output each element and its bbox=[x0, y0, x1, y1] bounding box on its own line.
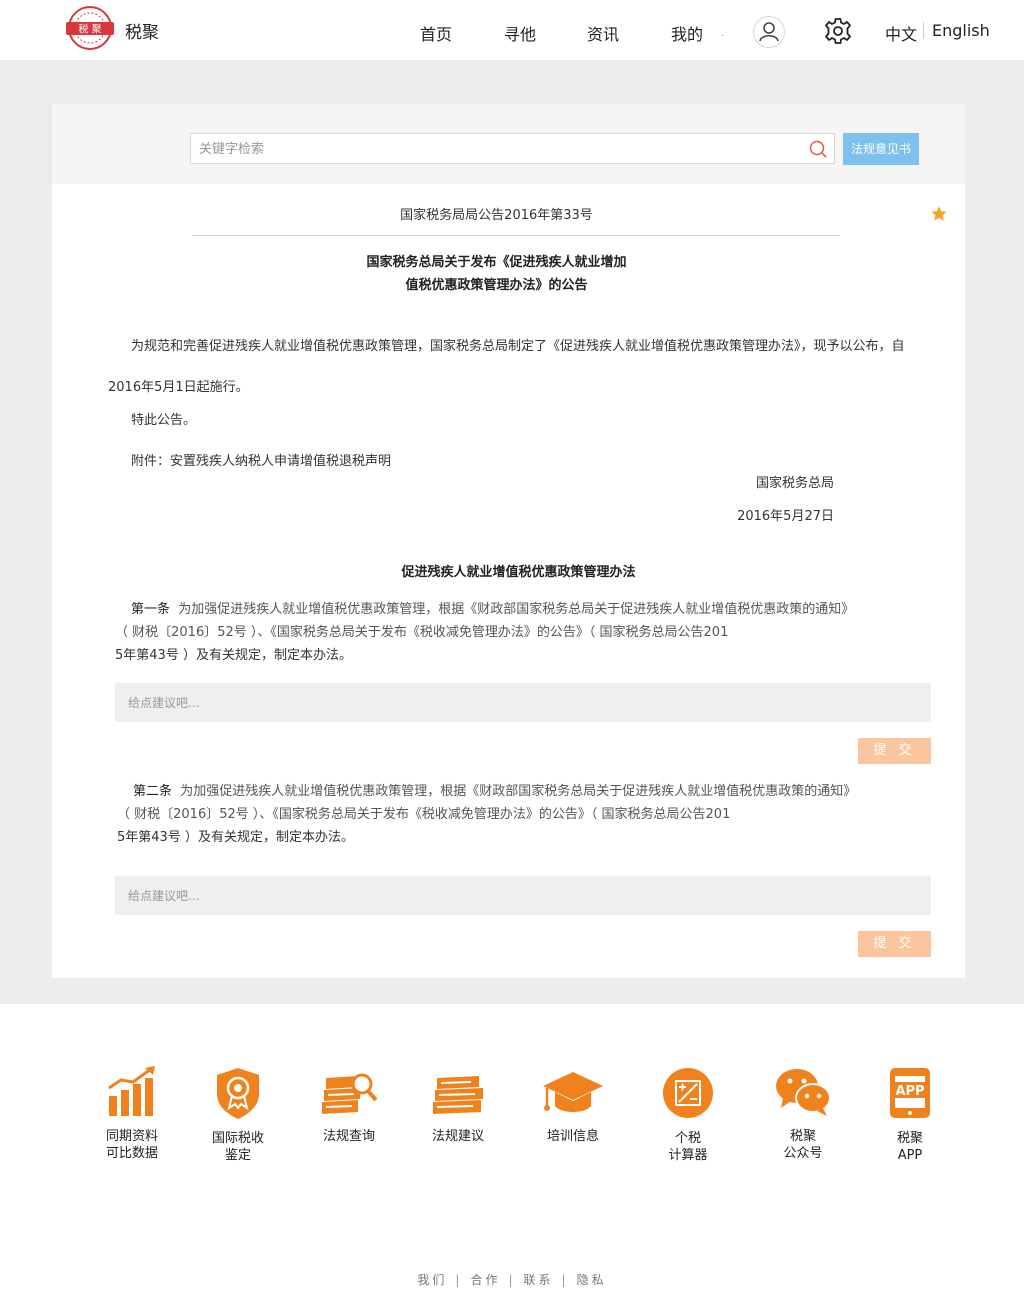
article-2-line1: 为加强促进残疾人就业增值税优惠政策管理，根据《财政部国家税务总局关于促进残疾人就… bbox=[180, 784, 857, 799]
document-panel: 法规意见书 国家税务局局公告2016年第33号 国家税务总局关于发布《促进残疾人… bbox=[52, 104, 965, 978]
footer-divider: | bbox=[508, 1273, 516, 1287]
document-issuer: 国家税务总局 bbox=[755, 476, 834, 491]
favorite-star-icon[interactable] bbox=[930, 205, 948, 223]
document-title-line1: 国家税务总局关于发布《促进残疾人就业增加 bbox=[366, 255, 627, 270]
badge-icon bbox=[217, 1068, 259, 1119]
logo-icon[interactable]: 税 聚 bbox=[62, 5, 118, 51]
search-icon[interactable] bbox=[808, 139, 828, 159]
article-1-number: 第一条 bbox=[131, 602, 171, 617]
svg-text:税 聚: 税 聚 bbox=[78, 23, 101, 36]
service-label: 国际税收 鉴定 bbox=[211, 1131, 264, 1163]
search-bar-area: 法规意见书 bbox=[52, 104, 965, 184]
search-box bbox=[190, 133, 835, 164]
document-attachment: 附件：安置残疾人纳税人申请增值税退税声明 bbox=[131, 454, 392, 469]
article-2-line2: （ 财税〔2016〕52号 ）、《国家税务总局关于发布《税收减免管理办法》的公告… bbox=[117, 807, 731, 822]
user-avatar[interactable] bbox=[753, 16, 785, 48]
article-2-submit-button[interactable]: 提 交 bbox=[858, 931, 931, 957]
service-comparable-data[interactable]: 同期资料 可比数据 bbox=[92, 1066, 172, 1162]
app-icon-text: APP bbox=[895, 1084, 924, 1099]
document-date: 2016年5月27日 bbox=[737, 509, 834, 524]
service-label: 税聚 APP bbox=[896, 1131, 923, 1163]
service-tax-calculator[interactable]: 个税 计算器 bbox=[648, 1066, 728, 1164]
document-closing: 特此公告。 bbox=[131, 413, 197, 428]
service-label: 法规建议 bbox=[431, 1129, 484, 1144]
bar-chart-icon bbox=[108, 1066, 155, 1116]
footer-about-link[interactable]: 我们 bbox=[417, 1273, 447, 1287]
gear-icon[interactable] bbox=[823, 16, 853, 46]
title-divider bbox=[192, 235, 840, 236]
footer-divider: | bbox=[455, 1273, 463, 1287]
service-label: 培训信息 bbox=[546, 1129, 599, 1144]
books-icon bbox=[433, 1076, 483, 1114]
article-1-suggestion-input[interactable] bbox=[115, 683, 931, 722]
service-tax-appraisal[interactable]: 国际税收 鉴定 bbox=[198, 1066, 278, 1164]
service-training[interactable]: 培训信息 bbox=[533, 1066, 613, 1145]
lang-divider bbox=[923, 22, 924, 39]
footer-cooperation-link[interactable]: 合作 bbox=[470, 1273, 500, 1287]
nav-find[interactable]: 寻他 bbox=[504, 21, 536, 45]
article-1: 第一条 为加强促进残疾人就业增值税优惠政策管理，根据《财政部国家税务总局关于促进… bbox=[115, 598, 925, 667]
graduation-cap-icon bbox=[543, 1072, 603, 1112]
phone-app-icon: APP bbox=[890, 1068, 930, 1118]
nav-mine[interactable]: 我的 bbox=[671, 21, 703, 45]
document-number: 国家税务局局公告2016年第33号 bbox=[400, 208, 593, 223]
document-title: 国家税务总局关于发布《促进残疾人就业增加 值税优惠政策管理办法》的公告 bbox=[52, 251, 941, 297]
calculator-icon bbox=[663, 1068, 713, 1118]
footer-links: 我们 | 合作 | 联系 | 隐私 bbox=[0, 1271, 1024, 1288]
wechat-icon bbox=[776, 1069, 831, 1116]
footer-privacy-link[interactable]: 隐私 bbox=[577, 1273, 607, 1287]
article-2: 第二条 为加强促进残疾人就业增值税优惠政策管理，根据《财政部国家税务总局关于促进… bbox=[117, 780, 927, 849]
lang-chinese[interactable]: 中文 bbox=[885, 21, 917, 45]
article-1-line1: 为加强促进残疾人就业增值税优惠政策管理，根据《财政部国家税务总局关于促进残疾人就… bbox=[178, 602, 855, 617]
measures-title: 促进残疾人就业增值税优惠政策管理办法 bbox=[401, 565, 636, 580]
service-label: 法规查询 bbox=[322, 1129, 375, 1144]
article-2-line3: 5年第43号 ）及有关规定，制定本办法。 bbox=[117, 830, 354, 845]
service-regulation-query[interactable]: 法规查询 bbox=[309, 1066, 389, 1145]
top-header: 税 聚 税聚 首页 寻他 资讯 我的 . 中文 English bbox=[0, 0, 1024, 60]
lang-english[interactable]: English bbox=[932, 21, 990, 40]
regulation-opinion-button[interactable]: 法规意见书 bbox=[843, 133, 919, 165]
books-search-icon bbox=[322, 1073, 378, 1114]
service-label: 税聚 公众号 bbox=[783, 1129, 823, 1161]
article-2-suggestion-input[interactable] bbox=[115, 876, 931, 915]
service-app[interactable]: APP 税聚 APP bbox=[870, 1066, 950, 1164]
logo-text[interactable]: 税聚 bbox=[125, 18, 159, 43]
document-title-line2: 值税优惠政策管理办法》的公告 bbox=[405, 278, 588, 293]
user-icon bbox=[759, 22, 779, 42]
nav-home[interactable]: 首页 bbox=[420, 21, 452, 45]
nav-dot: . bbox=[721, 28, 725, 39]
article-2-number: 第二条 bbox=[133, 784, 173, 799]
service-regulation-advice[interactable]: 法规建议 bbox=[418, 1066, 498, 1145]
footer-divider: | bbox=[561, 1273, 569, 1287]
article-1-submit-button[interactable]: 提 交 bbox=[858, 738, 931, 764]
document-body: 为规范和完善促进残疾人就业增值税优惠政策管理，国家税务总局制定了《促进残疾人就业… bbox=[108, 339, 905, 395]
footer-contact-link[interactable]: 联系 bbox=[524, 1273, 554, 1287]
service-label: 同期资料 可比数据 bbox=[105, 1129, 158, 1161]
nav-news[interactable]: 资讯 bbox=[587, 21, 619, 45]
article-1-line3: 5年第43号 ）及有关规定，制定本办法。 bbox=[115, 648, 352, 663]
service-wechat-account[interactable]: 税聚 公众号 bbox=[763, 1066, 843, 1162]
service-label: 个税 计算器 bbox=[668, 1131, 708, 1163]
search-input[interactable] bbox=[199, 138, 789, 160]
article-1-line2: （ 财税〔2016〕52号 ）、《国家税务总局关于发布《税收减免管理办法》的公告… bbox=[115, 625, 729, 640]
